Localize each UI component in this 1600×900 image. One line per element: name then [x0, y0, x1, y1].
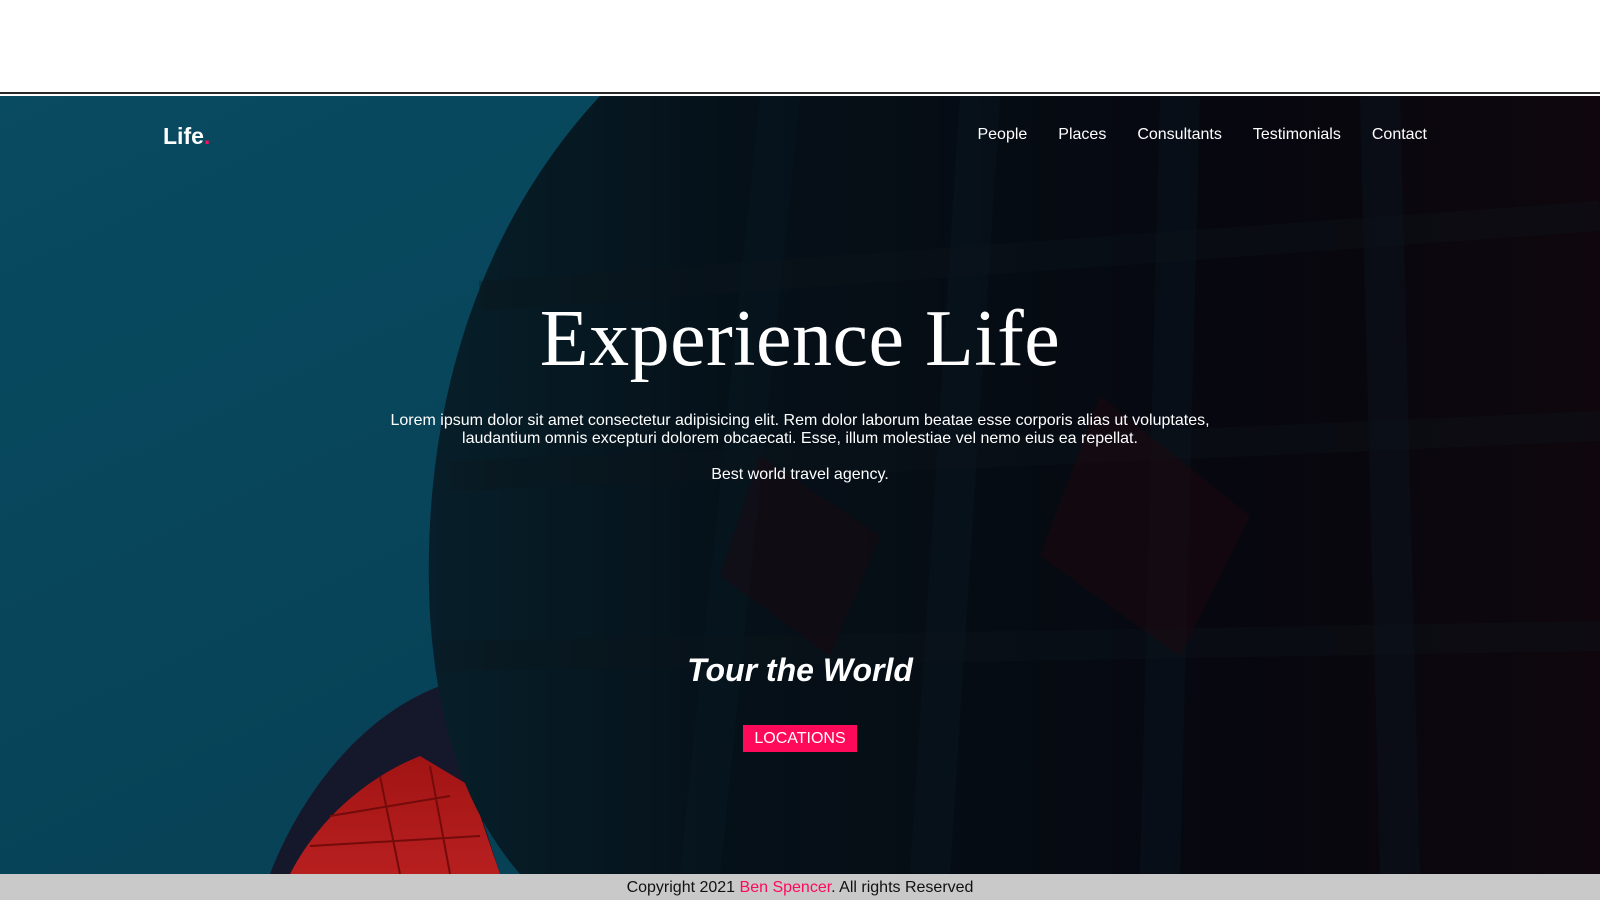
footer-copyright-prefix: Copyright 2021: [626, 879, 740, 896]
brand-dot: .: [203, 123, 211, 149]
locations-button[interactable]: LOCATIONS: [743, 725, 857, 752]
nav-link-testimonials[interactable]: Testimonials: [1253, 126, 1341, 144]
brand-logo[interactable]: Life.: [163, 123, 210, 150]
hero-section: Life. People Places Consultants Testimon…: [0, 96, 1600, 874]
hero-description: Lorem ipsum dolor sit amet consectetur a…: [390, 412, 1210, 447]
footer-copyright-suffix: . All rights Reserved: [831, 879, 974, 896]
main-nav: People Places Consultants Testimonials C…: [977, 126, 1427, 144]
nav-link-people[interactable]: People: [977, 126, 1027, 144]
footer: Copyright 2021 Ben Spencer. All rights R…: [0, 874, 1600, 900]
brand-name: Life: [163, 123, 204, 149]
nav-link-places[interactable]: Places: [1058, 126, 1106, 144]
hero-title: Experience Life: [539, 295, 1061, 383]
hero-dark-overlay: [0, 96, 1600, 874]
footer-author-link[interactable]: Ben Spencer: [740, 879, 832, 896]
hero-tagline: Best world travel agency.: [711, 466, 889, 483]
top-blank-area: [0, 0, 1600, 94]
nav-link-consultants[interactable]: Consultants: [1137, 126, 1222, 144]
nav-link-contact[interactable]: Contact: [1372, 126, 1427, 144]
tour-title: Tour the World: [687, 652, 913, 688]
